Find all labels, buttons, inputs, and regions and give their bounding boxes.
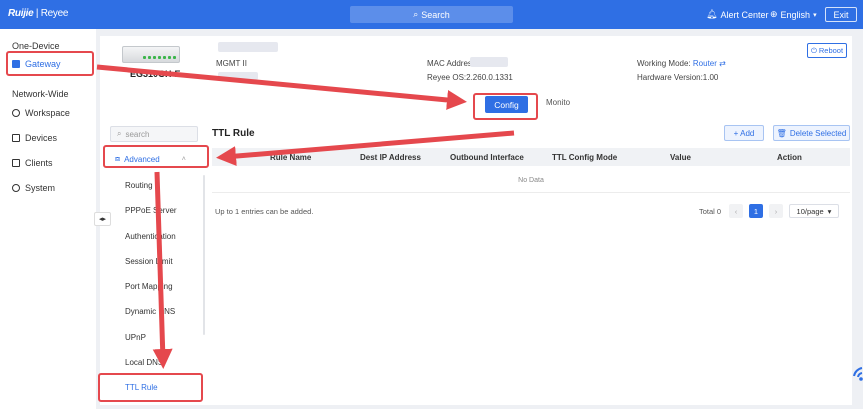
table-divider	[212, 192, 850, 193]
submenu-item-upnp[interactable]: UPnP	[125, 333, 146, 342]
submenu-item-authentication[interactable]: Authentication	[125, 232, 176, 241]
submenu-scrollbar[interactable]	[203, 175, 205, 335]
prev-page-button[interactable]: ‹	[729, 204, 743, 218]
nav-item-system-label: System	[25, 183, 56, 193]
hardware-version: Hardware Version:1.00	[637, 73, 719, 82]
trash-icon: 🗑︎	[776, 128, 787, 138]
brand-name: Ruijie	[8, 8, 34, 19]
working-mode-link[interactable]: Router	[693, 59, 717, 68]
column-value: Value	[670, 153, 691, 162]
submenu-item-dynamic-dns[interactable]: Dynamic DNS	[125, 307, 175, 316]
submenu-item-ttl-rule[interactable]: TTL Rule	[125, 383, 158, 392]
submenu-item-routing[interactable]: Routing	[125, 181, 153, 190]
alert-center-button[interactable]: 🔔︎ Alert Center	[706, 9, 768, 20]
mgmt-label: MGMT II	[216, 59, 247, 68]
delete-selected-label: Delete Selected	[789, 128, 847, 138]
submenu-item-pppoe-server[interactable]: PPPoE Server	[125, 206, 177, 215]
nav-group-network-wide: Network-Wide	[12, 89, 69, 99]
wifi-logo-icon	[851, 365, 863, 385]
page-size-value: 10/page	[796, 206, 824, 216]
workspace-icon	[12, 109, 20, 117]
nav-item-workspace[interactable]: Workspace	[12, 108, 70, 118]
search-label: Search	[421, 9, 450, 20]
global-search[interactable]: ⌕ Search	[350, 6, 513, 23]
os-version: Reyee OS:2.260.0.1331	[427, 73, 513, 82]
nav-item-devices[interactable]: Devices	[12, 133, 57, 143]
switch-icon[interactable]: ⇄	[719, 59, 726, 68]
collapse-toggle-button[interactable]: ◂▸	[94, 212, 111, 226]
submenu-search-placeholder: search	[125, 129, 150, 139]
left-nav: One-Device Gateway Network-Wide Workspac…	[0, 29, 96, 409]
config-panel: ⌕ search ⧈ Advanced ˄ Routing PPPoE Serv…	[100, 120, 852, 405]
redacted-sn	[218, 72, 258, 80]
reboot-label: Reboot	[818, 46, 844, 55]
page-title: TTL Rule	[212, 128, 255, 139]
entries-limit-note: Up to 1 entries can be added.	[215, 207, 314, 216]
page-number-button[interactable]: 1	[749, 204, 763, 218]
toolbox-icon: ⧈	[115, 154, 121, 163]
nav-item-gateway[interactable]: Gateway	[12, 59, 61, 69]
working-mode-label: Working Mode:	[637, 59, 691, 68]
brand-sub: Reyee	[40, 8, 69, 19]
next-page-button[interactable]: ›	[769, 204, 783, 218]
language-label: English	[780, 9, 811, 20]
column-ttl-config-mode: TTL Config Mode	[552, 153, 618, 162]
total-count: Total 0	[699, 207, 722, 216]
submenu-group-label: Advanced	[124, 154, 160, 164]
tab-config[interactable]: Config	[485, 96, 528, 113]
chevron-down-icon: ▾	[813, 11, 817, 19]
add-button[interactable]: + Add	[724, 125, 764, 141]
nav-item-clients-label: Clients	[25, 158, 53, 168]
submenu-search-input[interactable]: ⌕ search	[110, 126, 198, 142]
chevron-up-icon: ˄	[181, 155, 186, 163]
brand-logo: Ruijie | Reyee	[8, 8, 69, 19]
nav-item-clients[interactable]: Clients	[12, 158, 53, 168]
nav-item-devices-label: Devices	[25, 133, 58, 143]
working-mode: Working Mode: Router ⇄	[637, 59, 726, 68]
redacted-mac	[470, 57, 508, 67]
top-bar: Ruijie | Reyee ⌕ Search 🔔︎ Alert Center …	[0, 0, 863, 29]
redacted-device-name	[218, 42, 278, 52]
bell-icon: 🔔︎	[706, 9, 718, 19]
system-gear-icon	[12, 184, 20, 192]
devices-icon	[12, 134, 20, 142]
chevron-down-icon: ▾	[827, 206, 832, 216]
submenu-item-port-mapping[interactable]: Port Mapping	[125, 282, 173, 291]
submenu-group-advanced[interactable]: ⧈ Advanced ˄	[110, 151, 204, 167]
nav-group-one-device: One-Device	[12, 41, 60, 51]
language-selector[interactable]: ⊕ English ▾	[770, 9, 817, 20]
column-dest-ip: Dest IP Address	[360, 153, 421, 162]
nav-item-workspace-label: Workspace	[25, 108, 70, 118]
page-size-select[interactable]: 10/page ▾	[789, 204, 839, 218]
column-outbound-interface: Outbound Interface	[450, 153, 524, 162]
table-header: Rule Name Dest IP Address Outbound Inter…	[212, 148, 850, 166]
clients-icon	[12, 159, 20, 167]
nav-item-system[interactable]: System	[12, 183, 55, 193]
column-action: Action	[777, 153, 802, 162]
reboot-button[interactable]: ⏻ Reboot	[807, 43, 847, 58]
column-rule-name: Rule Name	[270, 153, 312, 162]
delete-selected-button[interactable]: 🗑︎ Delete Selected	[773, 125, 850, 141]
power-icon: ⏻	[810, 45, 817, 55]
exit-button[interactable]: Exit	[825, 7, 857, 22]
search-icon: ⌕	[117, 129, 122, 138]
device-info-panel: EG310GH-E MGMT II MAC Address Reyee OS:2…	[100, 36, 852, 120]
home-icon	[12, 60, 20, 68]
mac-address-label: MAC Address	[427, 59, 476, 68]
submenu-item-session-limit[interactable]: Session Limit	[125, 257, 173, 266]
globe-icon: ⊕	[770, 9, 778, 19]
alert-center-label: Alert Center	[720, 9, 769, 20]
empty-table-text: No Data	[518, 177, 544, 184]
search-icon: ⌕	[413, 9, 419, 19]
submenu-item-local-dns[interactable]: Local DNS	[125, 358, 163, 367]
device-model: EG310GH-E	[130, 69, 181, 79]
tab-monitor[interactable]: Monito	[546, 98, 570, 107]
nav-item-gateway-label: Gateway	[25, 59, 61, 69]
router-device-image	[122, 46, 180, 63]
